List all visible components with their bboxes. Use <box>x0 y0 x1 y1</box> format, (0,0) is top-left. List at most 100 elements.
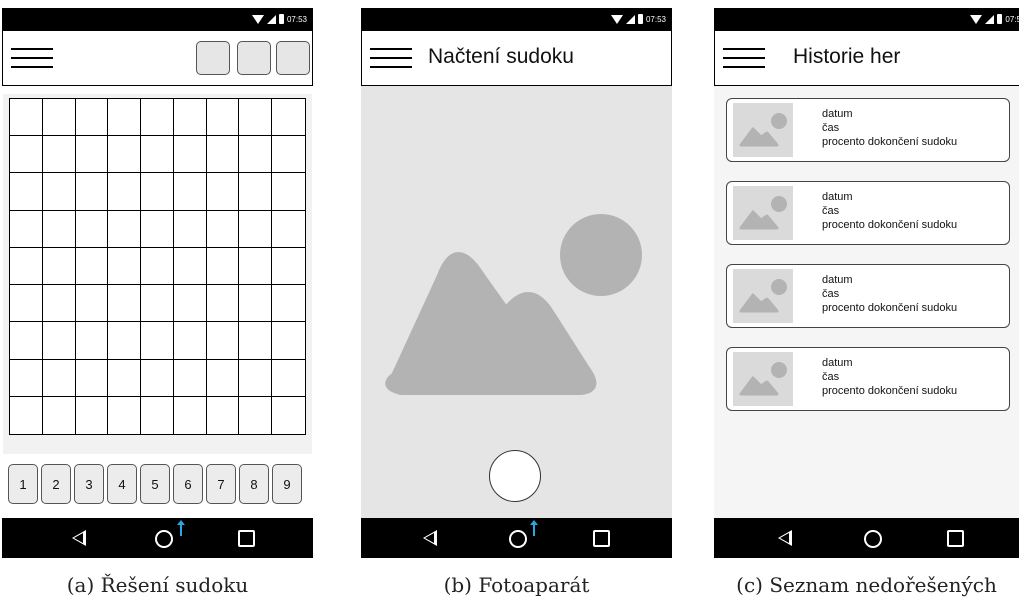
history-item[interactable]: datum čas procento dokončení sudoku <box>726 347 1010 411</box>
sudoku-cell[interactable] <box>272 397 305 434</box>
sudoku-cell[interactable] <box>141 99 174 137</box>
home-icon[interactable] <box>864 530 882 548</box>
sudoku-cell[interactable] <box>108 210 142 248</box>
digit-button-7[interactable]: 7 <box>206 464 236 504</box>
sudoku-cell[interactable] <box>206 322 240 360</box>
sudoku-cell[interactable] <box>141 173 174 211</box>
digit-button-8[interactable]: 8 <box>239 464 269 504</box>
sudoku-cell[interactable] <box>272 136 305 174</box>
toolbar-button-2[interactable] <box>237 41 271 75</box>
digit-button-3[interactable]: 3 <box>74 464 104 504</box>
sudoku-cell[interactable] <box>75 210 109 248</box>
sudoku-cell[interactable] <box>174 396 207 434</box>
sudoku-cell[interactable] <box>173 210 207 248</box>
sudoku-cell[interactable] <box>42 99 76 137</box>
sudoku-cell[interactable] <box>42 359 76 397</box>
sudoku-cell[interactable] <box>10 173 43 211</box>
sudoku-cell[interactable] <box>141 359 174 397</box>
sudoku-cell[interactable] <box>141 396 174 434</box>
sudoku-cell[interactable] <box>239 173 273 211</box>
sudoku-cell[interactable] <box>10 322 43 360</box>
sudoku-cell[interactable] <box>42 210 76 248</box>
sudoku-cell[interactable] <box>206 210 240 248</box>
sudoku-cell[interactable] <box>239 210 273 248</box>
digit-button-2[interactable]: 2 <box>41 464 71 504</box>
back-icon[interactable] <box>72 530 86 546</box>
sudoku-cell[interactable] <box>239 322 273 360</box>
back-icon[interactable] <box>423 530 437 546</box>
sudoku-cell[interactable] <box>173 136 207 174</box>
sudoku-cell[interactable] <box>10 99 43 137</box>
digit-button-9[interactable]: 9 <box>272 464 302 504</box>
sudoku-cell[interactable] <box>173 322 207 360</box>
sudoku-cell[interactable] <box>206 247 240 286</box>
sudoku-cell[interactable] <box>206 136 240 174</box>
sudoku-cell[interactable] <box>239 359 273 397</box>
recent-apps-icon[interactable] <box>593 530 610 547</box>
sudoku-cell[interactable] <box>272 173 305 211</box>
menu-icon[interactable] <box>370 45 412 71</box>
sudoku-cell[interactable] <box>239 396 273 434</box>
sudoku-grid[interactable] <box>9 98 306 435</box>
history-item[interactable]: datum čas procento dokončení sudoku <box>726 98 1010 162</box>
history-item[interactable]: datum čas procento dokončení sudoku <box>726 181 1010 245</box>
home-icon[interactable] <box>155 530 173 548</box>
sudoku-cell[interactable] <box>141 247 174 286</box>
shutter-button[interactable] <box>489 450 541 502</box>
sudoku-cell[interactable] <box>141 285 174 323</box>
sudoku-cell[interactable] <box>42 173 76 211</box>
sudoku-cell[interactable] <box>42 322 76 360</box>
digit-button-6[interactable]: 6 <box>173 464 203 504</box>
sudoku-cell[interactable] <box>10 396 43 434</box>
sudoku-cell[interactable] <box>239 136 273 174</box>
sudoku-cell[interactable] <box>272 99 305 137</box>
sudoku-cell[interactable] <box>239 285 273 323</box>
sudoku-cell[interactable] <box>206 285 240 323</box>
sudoku-cell[interactable] <box>239 247 273 286</box>
sudoku-cell[interactable] <box>108 396 142 434</box>
sudoku-cell[interactable] <box>206 99 240 137</box>
sudoku-cell[interactable] <box>76 396 109 434</box>
digit-button-1[interactable]: 1 <box>8 464 38 504</box>
sudoku-cell[interactable] <box>206 359 240 397</box>
recent-apps-icon[interactable] <box>947 530 964 547</box>
sudoku-cell[interactable] <box>42 247 76 286</box>
sudoku-cell[interactable] <box>272 360 305 397</box>
back-icon[interactable] <box>778 530 792 546</box>
sudoku-cell[interactable] <box>75 99 109 137</box>
sudoku-cell[interactable] <box>173 285 207 323</box>
sudoku-cell[interactable] <box>108 285 142 323</box>
sudoku-cell[interactable] <box>108 322 142 360</box>
history-item[interactable]: datum čas procento dokončení sudoku <box>726 264 1010 328</box>
sudoku-cell[interactable] <box>173 359 207 397</box>
menu-icon[interactable] <box>723 45 765 71</box>
sudoku-cell[interactable] <box>10 359 43 397</box>
sudoku-cell[interactable] <box>141 136 174 174</box>
sudoku-cell[interactable] <box>43 396 76 434</box>
digit-button-5[interactable]: 5 <box>140 464 170 504</box>
sudoku-cell[interactable] <box>42 285 76 323</box>
sudoku-cell[interactable] <box>75 173 109 211</box>
sudoku-cell[interactable] <box>10 210 43 248</box>
sudoku-cell[interactable] <box>75 136 109 174</box>
sudoku-cell[interactable] <box>10 136 43 174</box>
toolbar-button-1[interactable] <box>196 41 230 75</box>
sudoku-cell[interactable] <box>75 359 109 397</box>
sudoku-cell[interactable] <box>272 285 305 323</box>
home-icon[interactable] <box>509 530 527 548</box>
sudoku-cell[interactable] <box>108 359 142 397</box>
sudoku-cell[interactable] <box>173 247 207 286</box>
digit-button-4[interactable]: 4 <box>107 464 137 504</box>
sudoku-cell[interactable] <box>42 136 76 174</box>
sudoku-cell[interactable] <box>207 396 240 434</box>
sudoku-cell[interactable] <box>10 285 43 323</box>
sudoku-cell[interactable] <box>141 210 174 248</box>
sudoku-cell[interactable] <box>10 247 43 286</box>
sudoku-cell[interactable] <box>173 173 207 211</box>
sudoku-cell[interactable] <box>272 322 305 360</box>
sudoku-cell[interactable] <box>206 173 240 211</box>
recent-apps-icon[interactable] <box>238 530 255 547</box>
sudoku-cell[interactable] <box>108 247 142 286</box>
sudoku-cell[interactable] <box>173 99 207 137</box>
toolbar-button-3[interactable] <box>276 41 310 75</box>
